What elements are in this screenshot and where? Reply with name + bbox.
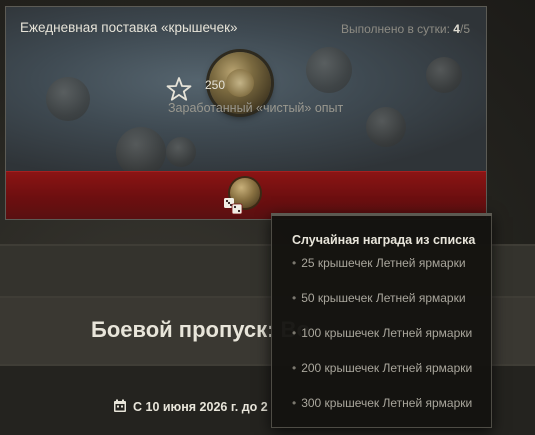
bullet: • (292, 396, 297, 410)
date-range: С 10 июня 2026 г. до 2 (113, 399, 268, 414)
dice-icon (224, 198, 243, 215)
progress-total: /5 (459, 22, 470, 36)
reward-item-label: 300 крышечек Летней ярмарки (301, 396, 473, 410)
reward-item-label: 50 крышечек Летней ярмарки (301, 291, 466, 305)
bullet: • (292, 256, 297, 270)
list-item: • 300 крышечек Летней ярмарки (292, 396, 472, 431)
bullet: • (292, 326, 297, 340)
calendar-icon (114, 399, 126, 412)
star-icon (166, 77, 192, 101)
progress-done: 4 (453, 22, 460, 36)
reward-item-label: 100 крышечек Летней ярмарки (301, 326, 473, 340)
bullet: • (292, 361, 297, 375)
progress-label: Выполнено в сутки: (340, 22, 454, 36)
tooltip-title: Случайная награда из списка (292, 233, 476, 247)
card-title: Ежедневная поставка «крышечек» (20, 20, 238, 35)
list-item: • 200 крышечек Летней ярмарки (292, 361, 472, 396)
xp-value: 250 (205, 78, 226, 92)
reward-item-label: 25 крышечек Летней ярмарки (301, 256, 466, 270)
list-item: • 50 крышечек Летней ярмарки (292, 291, 472, 326)
bullet: • (292, 291, 297, 305)
daily-progress: Выполнено в сутки: 4/5 (341, 22, 470, 36)
date-text: С 10 июня 2026 г. до 2 (133, 400, 268, 414)
reward-tooltip: Случайная награда из списка • 25 крышечек… (271, 213, 492, 428)
list-item: • 100 крышечек Летней ярмарки (292, 326, 472, 361)
list-item: • 25 крышечек Летней ярмарки (292, 256, 472, 291)
xp-label: Заработанный «чистый» опыт (168, 101, 344, 115)
reward-list: • 25 крышечек Летней ярмарки • 50 крышечек… (292, 256, 472, 431)
reward-item-label: 200 крышечек Летней ярмарки (301, 361, 473, 375)
